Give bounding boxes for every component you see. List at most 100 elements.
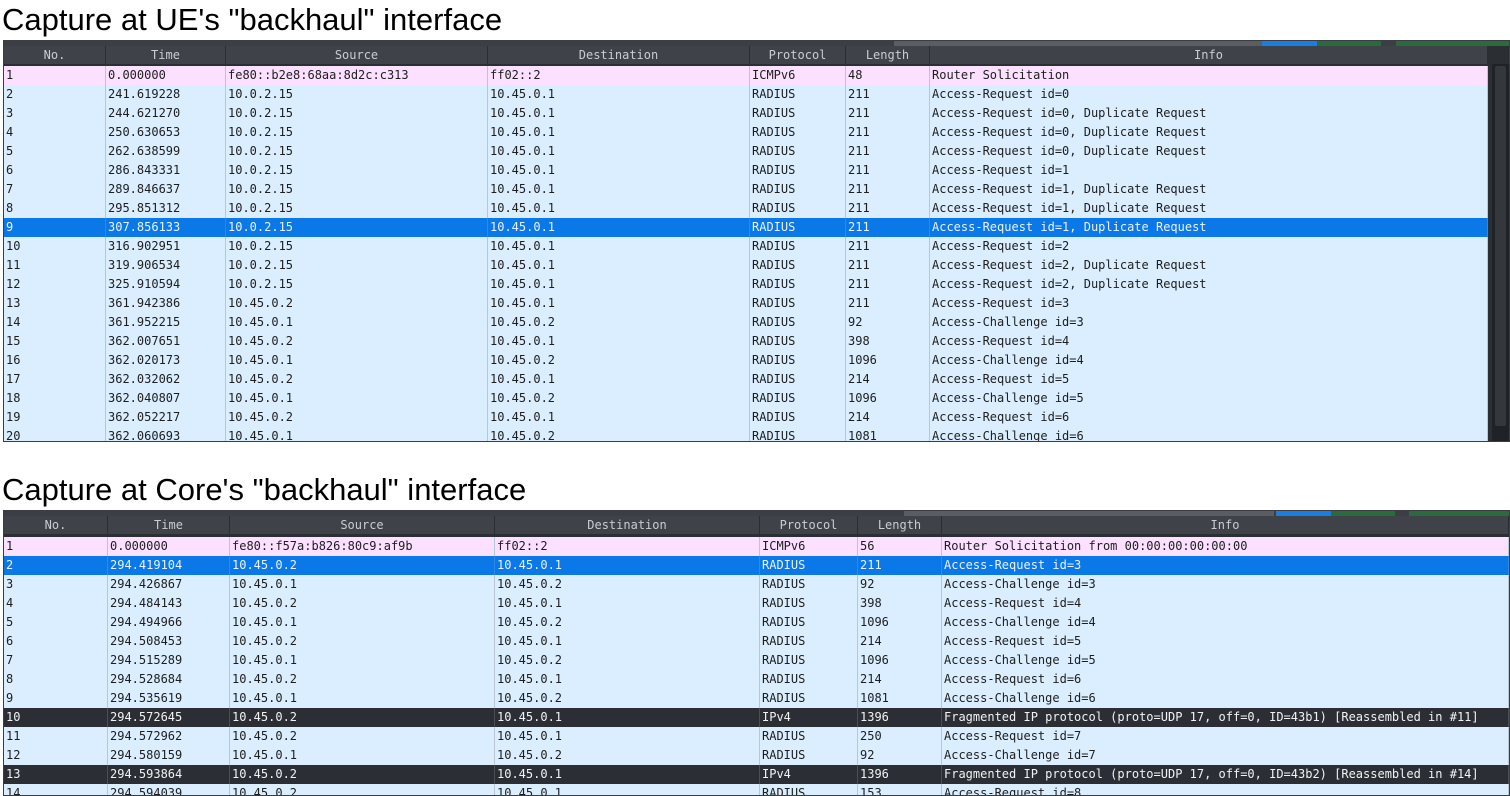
- packet-no-cell: 20: [4, 427, 106, 441]
- packet-time-cell: 294.515289: [108, 651, 230, 670]
- column-header-info[interactable]: Info: [930, 46, 1488, 64]
- packet-row[interactable]: 2 294.419104 10.45.0.2 10.45.0.1 RADIUS 211 Ac…: [4, 556, 1509, 575]
- packet-no-cell: 11: [4, 727, 108, 746]
- column-header-source[interactable]: Source: [226, 46, 488, 64]
- packet-row[interactable]: 16 362.020173 10.45.0.1 10.45.0.2 RADIUS 1096…: [4, 351, 1488, 370]
- packet-info-cell: Access-Request id=1, Duplicate Request: [930, 218, 1488, 237]
- packet-length-cell: 1081: [858, 689, 942, 708]
- column-header-source[interactable]: Source: [230, 516, 495, 534]
- packet-row[interactable]: 9 294.535619 10.45.0.1 10.45.0.2 RADIUS 1081 A…: [4, 689, 1509, 708]
- packet-row[interactable]: 11 294.572962 10.45.0.2 10.45.0.1 RADIUS 250 A…: [4, 727, 1509, 746]
- packet-row[interactable]: 14 294.594039 10.45.0.2 10.45.0.1 RADIUS 153 A…: [4, 784, 1509, 795]
- packet-no-cell: 8: [4, 199, 106, 218]
- packet-no-cell: 11: [4, 256, 106, 275]
- packet-row[interactable]: 1 0.000000 fe80::f57a:b826:80c9:af9b ff02::…: [4, 537, 1509, 556]
- packet-protocol-cell: RADIUS: [750, 389, 846, 408]
- packet-protocol-cell: IPv4: [760, 765, 858, 784]
- packet-length-cell: 211: [846, 218, 930, 237]
- packet-no-cell: 17: [4, 370, 106, 389]
- packet-row[interactable]: 7 289.846637 10.0.2.15 10.45.0.1 RADIUS 211 Ac…: [4, 180, 1488, 199]
- packet-row[interactable]: 3 294.426867 10.45.0.1 10.45.0.2 RADIUS 92 Acc…: [4, 575, 1509, 594]
- packet-info-cell: Access-Request id=3: [942, 556, 1509, 575]
- packet-row[interactable]: 11 319.906534 10.0.2.15 10.45.0.1 RADIUS 211 A…: [4, 256, 1488, 275]
- column-header-time[interactable]: Time: [106, 46, 226, 64]
- packet-time-cell: 289.846637: [106, 180, 226, 199]
- packet-row[interactable]: 4 294.484143 10.45.0.2 10.45.0.1 RADIUS 398 Ac…: [4, 594, 1509, 613]
- packet-source-cell: 10.45.0.2: [226, 294, 488, 313]
- packet-destination-cell: 10.45.0.2: [495, 651, 760, 670]
- packet-row[interactable]: 19 362.052217 10.45.0.2 10.45.0.1 RADIUS 214 A…: [4, 408, 1488, 427]
- column-header-no[interactable]: No.: [4, 46, 106, 64]
- column-header-destination[interactable]: Destination: [495, 516, 760, 534]
- column-header-protocol[interactable]: Protocol: [750, 46, 846, 64]
- packet-row[interactable]: 12 294.580159 10.45.0.1 10.45.0.2 RADIUS 92 Ac…: [4, 746, 1509, 765]
- packet-destination-cell: 10.45.0.1: [488, 332, 750, 351]
- packet-list-ue[interactable]: No. Time Source Destination Protocol Length In…: [3, 40, 1510, 442]
- packet-destination-cell: ff02::2: [488, 66, 750, 85]
- packet-time-cell: 294.419104: [108, 556, 230, 575]
- packet-row[interactable]: 5 262.638599 10.0.2.15 10.45.0.1 RADIUS 211 Ac…: [4, 142, 1488, 161]
- packet-row[interactable]: 13 361.942386 10.45.0.2 10.45.0.1 RADIUS 211 A…: [4, 294, 1488, 313]
- packet-protocol-cell: RADIUS: [750, 351, 846, 370]
- column-header-length[interactable]: Length: [858, 516, 942, 534]
- packet-time-cell: 294.594039: [108, 784, 230, 795]
- column-header-length[interactable]: Length: [846, 46, 930, 64]
- column-header-protocol[interactable]: Protocol: [760, 516, 858, 534]
- packet-row[interactable]: 6 286.843331 10.0.2.15 10.45.0.1 RADIUS 211 Ac…: [4, 161, 1488, 180]
- packet-row[interactable]: 14 361.952215 10.45.0.1 10.45.0.2 RADIUS 92 Ac…: [4, 313, 1488, 332]
- packet-no-cell: 14: [4, 313, 106, 332]
- packet-row[interactable]: 4 250.630653 10.0.2.15 10.45.0.1 RADIUS 211 Ac…: [4, 123, 1488, 142]
- packet-source-cell: 10.45.0.1: [226, 351, 488, 370]
- column-header-destination[interactable]: Destination: [488, 46, 750, 64]
- column-header-no[interactable]: No.: [4, 516, 108, 534]
- packet-protocol-cell: RADIUS: [760, 689, 858, 708]
- packet-row[interactable]: 3 244.621270 10.0.2.15 10.45.0.1 RADIUS 211 Ac…: [4, 104, 1488, 123]
- packet-row[interactable]: 15 362.007651 10.45.0.2 10.45.0.1 RADIUS 398 A…: [4, 332, 1488, 351]
- packet-row[interactable]: 7 294.515289 10.45.0.1 10.45.0.2 RADIUS 1096 A…: [4, 651, 1509, 670]
- packet-row[interactable]: 10 316.902951 10.0.2.15 10.45.0.1 RADIUS 211 A…: [4, 237, 1488, 256]
- packet-destination-cell: 10.45.0.1: [488, 275, 750, 294]
- packet-length-cell: 1096: [846, 389, 930, 408]
- scrollbar-thumb[interactable]: [1495, 66, 1506, 426]
- packet-row[interactable]: 12 325.910594 10.0.2.15 10.45.0.1 RADIUS 211 A…: [4, 275, 1488, 294]
- packet-row[interactable]: 9 307.856133 10.0.2.15 10.45.0.1 RADIUS 211 Ac…: [4, 218, 1488, 237]
- packet-destination-cell: ff02::2: [495, 537, 760, 556]
- packet-row[interactable]: 5 294.494966 10.45.0.1 10.45.0.2 RADIUS 1096 A…: [4, 613, 1509, 632]
- packet-row[interactable]: 8 295.851312 10.0.2.15 10.45.0.1 RADIUS 211 Ac…: [4, 199, 1488, 218]
- packet-info-cell: Access-Challenge id=4: [942, 613, 1509, 632]
- packet-time-cell: 244.621270: [106, 104, 226, 123]
- packet-row[interactable]: 6 294.508453 10.45.0.2 10.45.0.1 RADIUS 214 Ac…: [4, 632, 1509, 651]
- packet-no-cell: 8: [4, 670, 108, 689]
- packet-row[interactable]: 2 241.619228 10.0.2.15 10.45.0.1 RADIUS 211 Ac…: [4, 85, 1488, 104]
- packet-row[interactable]: 10 294.572645 10.45.0.2 10.45.0.1 IPv4 1396 Fr…: [4, 708, 1509, 727]
- column-header-time[interactable]: Time: [108, 516, 230, 534]
- column-header-row: No. Time Source Destination Protocol Length In…: [4, 516, 1509, 534]
- packet-info-cell: Router Solicitation from 00:00:00:00:00:…: [942, 537, 1509, 556]
- packet-info-cell: Access-Request id=2: [930, 237, 1488, 256]
- packet-row[interactable]: 13 294.593864 10.45.0.2 10.45.0.1 IPv4 1396 Fr…: [4, 765, 1509, 784]
- packet-row[interactable]: 20 362.060693 10.45.0.1 10.45.0.2 RADIUS 1081…: [4, 427, 1488, 441]
- packet-info-cell: Access-Challenge id=5: [942, 651, 1509, 670]
- packet-length-cell: 214: [858, 670, 942, 689]
- packet-row[interactable]: 18 362.040807 10.45.0.1 10.45.0.2 RADIUS 1096…: [4, 389, 1488, 408]
- packet-row[interactable]: 8 294.528684 10.45.0.2 10.45.0.1 RADIUS 214 Ac…: [4, 670, 1509, 689]
- packet-info-cell: Access-Request id=0: [930, 85, 1488, 104]
- packet-length-cell: 92: [858, 575, 942, 594]
- packet-length-cell: 211: [846, 104, 930, 123]
- vertical-scrollbar[interactable]: [1492, 64, 1509, 441]
- packet-protocol-cell: RADIUS: [760, 727, 858, 746]
- packet-no-cell: 3: [4, 575, 108, 594]
- packet-row[interactable]: 17 362.032062 10.45.0.2 10.45.0.1 RADIUS 214 A…: [4, 370, 1488, 389]
- packet-list-core[interactable]: No. Time Source Destination Protocol Length In…: [3, 510, 1510, 796]
- packet-length-cell: 211: [846, 237, 930, 256]
- packet-length-cell: 1096: [846, 351, 930, 370]
- packet-length-cell: 211: [846, 275, 930, 294]
- packet-info-cell: Access-Challenge id=5: [930, 389, 1488, 408]
- packet-no-cell: 10: [4, 237, 106, 256]
- column-header-info[interactable]: Info: [942, 516, 1509, 534]
- packet-length-cell: 56: [858, 537, 942, 556]
- packet-row[interactable]: 1 0.000000 fe80::b2e8:68aa:8d2c:c313 ff02::…: [4, 66, 1488, 85]
- packet-no-cell: 7: [4, 180, 106, 199]
- packet-length-cell: 92: [858, 746, 942, 765]
- packet-protocol-cell: RADIUS: [760, 746, 858, 765]
